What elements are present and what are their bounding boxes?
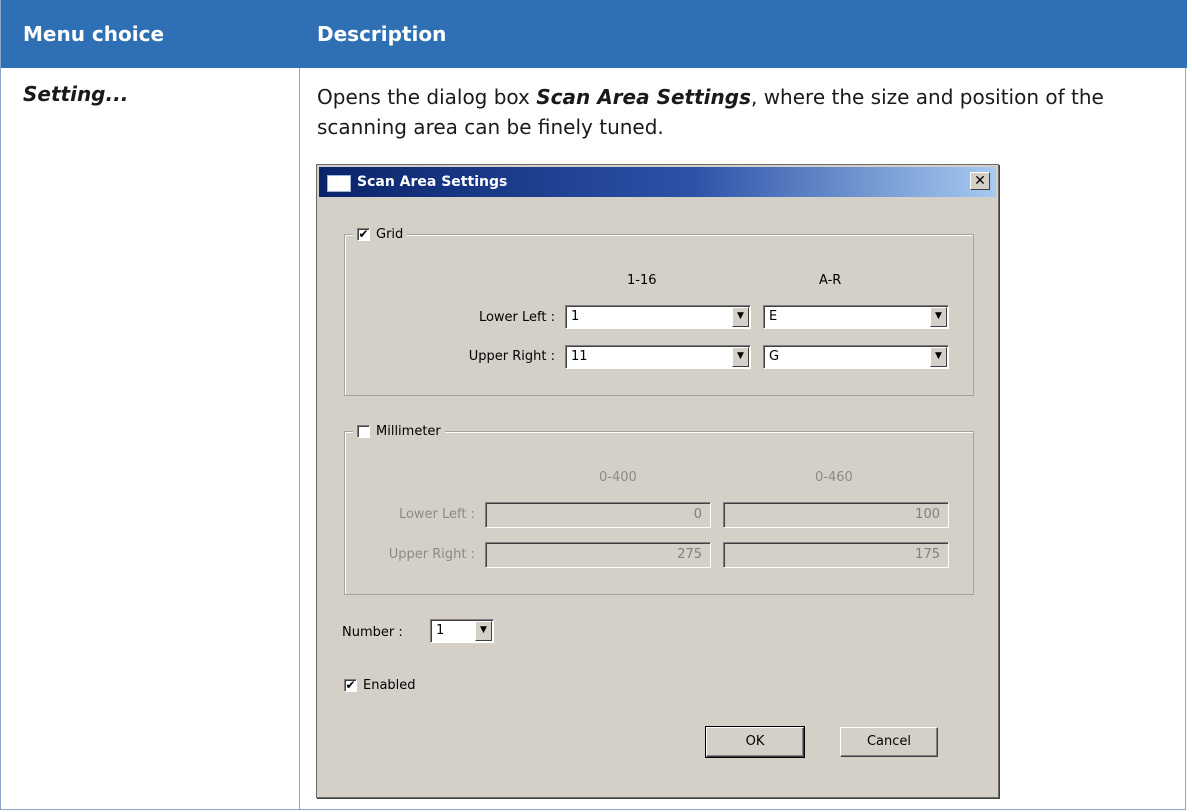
enabled-row: ✔ Enabled — [344, 678, 416, 693]
grid-col2-header: A-R — [819, 273, 842, 288]
cancel-button[interactable]: Cancel — [840, 727, 938, 757]
header-description: Description — [317, 22, 447, 46]
number-value: 1 — [436, 623, 445, 638]
mm-col2-header: 0-460 — [815, 470, 853, 485]
number-label: Number : — [342, 625, 403, 640]
grid-upper-right-number-select[interactable]: 11 ▼ — [565, 345, 751, 369]
grid-label: Grid — [376, 226, 404, 242]
table-header: Menu choice Description — [1, 0, 1187, 68]
grid-legend: ✔ Grid — [353, 224, 408, 244]
grid-upper-right-letter-select[interactable]: G ▼ — [763, 345, 949, 369]
grid-upper-right-letter-value: G — [769, 349, 780, 364]
description-dialog-name: Scan Area Settings — [536, 85, 751, 109]
description-text: Opens the dialog box Scan Area Settings,… — [317, 82, 1177, 142]
mm-lower-left-y-field[interactable]: 100 — [723, 502, 949, 528]
mm-upper-right-x-field[interactable]: 275 — [485, 542, 711, 568]
grid-upper-right-label: Upper Right : — [468, 349, 555, 364]
chevron-down-icon[interactable]: ▼ — [930, 347, 947, 367]
chevron-down-icon[interactable]: ▼ — [475, 621, 492, 641]
mm-col1-header: 0-400 — [599, 470, 637, 485]
grid-lower-left-number-select[interactable]: 1 ▼ — [565, 305, 751, 329]
mm-upper-right-y-value: 175 — [915, 547, 940, 562]
menu-choice-term: Setting... — [23, 82, 129, 106]
grid-checkbox[interactable]: ✔ — [357, 227, 370, 241]
grid-group: ✔ Grid 1-16 A-R Lower Left : 1 ▼ E ▼ Upp… — [344, 224, 974, 396]
window-icon — [327, 175, 351, 192]
chevron-down-icon[interactable]: ▼ — [732, 307, 749, 327]
menu-table: Menu choice Description Setting... Opens… — [0, 0, 1187, 810]
dialog-titlebar: Scan Area Settings ✕ — [319, 167, 996, 197]
description-prefix: Opens the dialog box — [317, 85, 537, 109]
grid-col1-header: 1-16 — [627, 273, 657, 288]
chevron-down-icon[interactable]: ▼ — [930, 307, 947, 327]
mm-lower-left-label: Lower Left : — [398, 507, 475, 522]
dialog-title: Scan Area Settings — [357, 174, 508, 190]
mm-lower-left-y-value: 100 — [915, 507, 940, 522]
mm-upper-right-y-field[interactable]: 175 — [723, 542, 949, 568]
header-menu-choice: Menu choice — [23, 22, 165, 46]
millimeter-checkbox[interactable] — [357, 424, 370, 438]
scan-area-settings-dialog: Scan Area Settings ✕ ✔ Grid 1-16 A-R Low… — [316, 164, 999, 798]
column-divider — [299, 68, 300, 810]
enabled-checkbox[interactable]: ✔ — [344, 679, 357, 692]
mm-upper-right-x-value: 275 — [677, 547, 702, 562]
mm-lower-left-x-value: 0 — [693, 507, 702, 522]
chevron-down-icon[interactable]: ▼ — [732, 347, 749, 367]
grid-upper-right-number-value: 11 — [571, 349, 588, 364]
mm-lower-left-x-field[interactable]: 0 — [485, 502, 711, 528]
grid-lower-left-letter-select[interactable]: E ▼ — [763, 305, 949, 329]
enabled-label: Enabled — [363, 678, 416, 693]
millimeter-label: Millimeter — [376, 423, 441, 439]
millimeter-legend: Millimeter — [353, 421, 445, 441]
number-select[interactable]: 1 ▼ — [430, 619, 494, 643]
mm-upper-right-label: Upper Right : — [388, 547, 475, 562]
close-button[interactable]: ✕ — [970, 172, 990, 190]
ok-button[interactable]: OK — [705, 726, 805, 758]
grid-lower-left-number-value: 1 — [571, 309, 580, 324]
grid-lower-left-letter-value: E — [769, 309, 778, 324]
millimeter-group: Millimeter 0-400 0-460 Lower Left : 0 10… — [344, 421, 974, 595]
grid-lower-left-label: Lower Left : — [478, 310, 555, 325]
